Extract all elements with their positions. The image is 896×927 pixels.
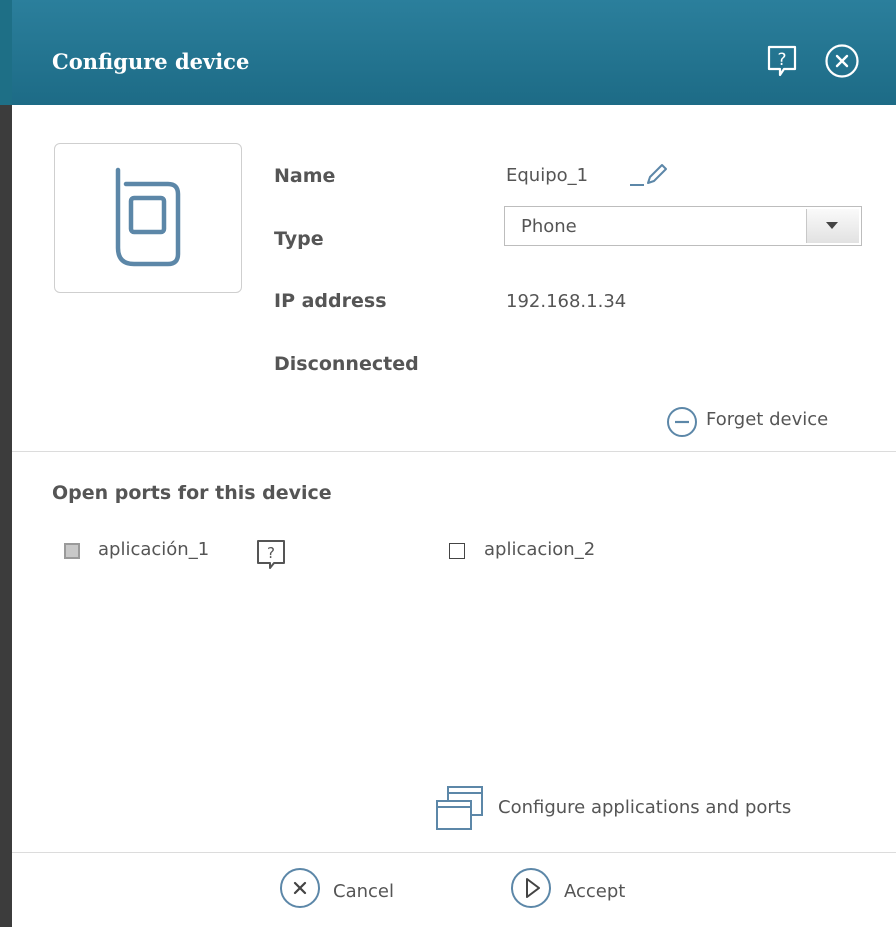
minus-circle-icon: [667, 407, 697, 437]
svg-text:?: ?: [267, 544, 275, 562]
name-value: Equipo_1: [506, 165, 589, 186]
type-select[interactable]: Phone: [504, 206, 862, 246]
name-label: Name: [274, 165, 336, 187]
ip-address-value: 192.168.1.34: [506, 291, 627, 312]
play-circle-icon: [511, 868, 551, 908]
dialog-title: Configure device: [52, 49, 250, 74]
dialog-header: Configure device ?: [12, 0, 896, 105]
device-type-tile: [54, 143, 242, 293]
svg-text:?: ?: [777, 50, 786, 70]
connection-status: Disconnected: [274, 353, 419, 375]
app1-checkbox[interactable]: [64, 543, 80, 559]
configure-device-dialog: Configure device ? Name Equipo_1 Type Ph…: [12, 0, 896, 927]
app1-help-icon[interactable]: ?: [254, 537, 288, 571]
forget-device-label: Forget device: [706, 409, 829, 430]
type-label: Type: [274, 228, 324, 250]
accept-label: Accept: [564, 881, 626, 902]
phone-icon: [115, 167, 181, 267]
app2-checkbox[interactable]: [449, 543, 465, 559]
close-circle-icon: [280, 868, 320, 908]
footer-divider: [12, 852, 896, 853]
type-select-value: Phone: [521, 216, 577, 237]
chevron-down-icon: [826, 222, 838, 229]
windows-icon: [436, 786, 483, 830]
open-ports-title: Open ports for this device: [52, 482, 332, 504]
configure-applications-label: Configure applications and ports: [498, 797, 792, 818]
close-icon[interactable]: [824, 43, 860, 79]
cancel-label: Cancel: [333, 881, 394, 902]
app1-label: aplicación_1: [98, 539, 210, 560]
help-icon[interactable]: ?: [764, 43, 800, 79]
app2-label: aplicacion_2: [484, 539, 596, 560]
divider: [12, 451, 896, 452]
ip-address-label: IP address: [274, 290, 387, 312]
background-window-edge: [0, 0, 12, 927]
edit-name-icon[interactable]: [628, 163, 672, 189]
dropdown-button[interactable]: [806, 209, 859, 243]
